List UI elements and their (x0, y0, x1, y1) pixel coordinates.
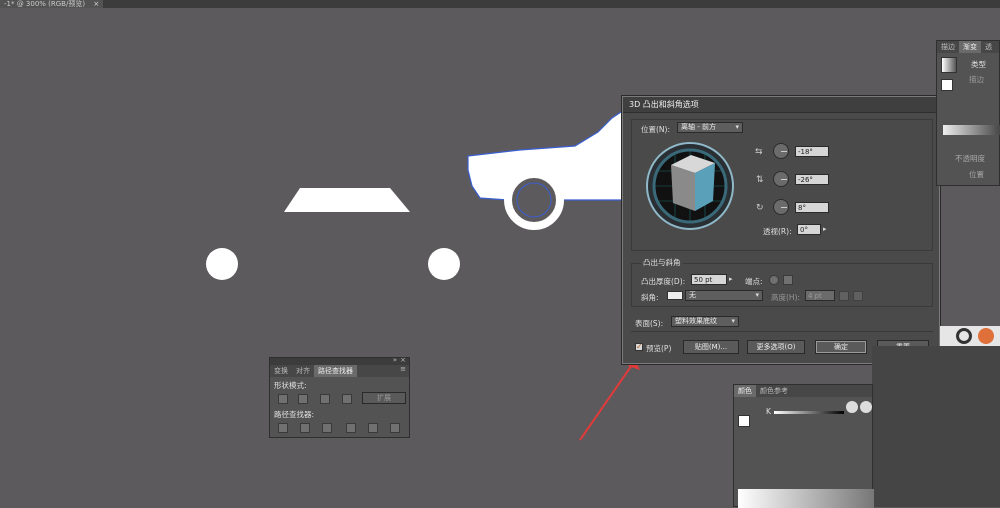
minus-front-icon[interactable] (298, 394, 308, 404)
y-rotation-dial[interactable] (773, 171, 789, 187)
slider-knob-2[interactable] (860, 401, 872, 413)
pattern-swatch[interactable] (956, 328, 972, 344)
y-axis-rotate-icon: ⇅ (756, 175, 764, 185)
ok-button[interactable]: 确定 (815, 340, 867, 354)
opacity-label: 不透明度 (955, 154, 985, 163)
gradient-slider[interactable] (943, 125, 1000, 135)
stroke-label: 描边 (969, 75, 984, 84)
bevel-out-icon[interactable] (839, 291, 849, 301)
x-rotation-field[interactable]: -18° (795, 146, 829, 157)
front-wheel-shape[interactable] (206, 248, 238, 280)
merge-icon[interactable] (322, 423, 332, 433)
gradient-swatch[interactable] (941, 57, 957, 73)
tab-pathfinder[interactable]: 路径查找器 (314, 365, 357, 377)
position-label: 位置(N): (641, 125, 670, 134)
dialog-title[interactable]: 3D 凸出和斜角选项 (623, 97, 939, 113)
wheel-arch (516, 182, 552, 218)
color-tabs: 颜色 颜色参考 (734, 385, 872, 397)
tab-gradient[interactable]: 渐变 (959, 41, 981, 53)
extrude-depth-field[interactable]: 50 pt (691, 274, 727, 285)
trim-icon[interactable] (300, 423, 310, 433)
expand-button[interactable]: 扩展 (362, 392, 406, 404)
car-side-shape[interactable] (467, 109, 633, 201)
orange-swatch[interactable] (978, 328, 994, 344)
outline-icon[interactable] (368, 423, 378, 433)
minus-back-icon[interactable] (390, 423, 400, 433)
preview-checkbox[interactable]: ✓ (635, 343, 643, 351)
dock-background (872, 346, 1000, 507)
position-select-value: 离轴 - 前方 (681, 123, 716, 131)
divider (631, 331, 933, 332)
position-select[interactable]: 离轴 - 前方 (677, 122, 743, 133)
crop-icon[interactable] (346, 423, 356, 433)
perspective-field[interactable]: 0° (797, 224, 821, 235)
depth-arrow-icon[interactable]: ▸ (729, 275, 733, 283)
cap-label: 端点: (745, 277, 763, 286)
y-rotation-field[interactable]: -26° (795, 174, 829, 185)
tab-transparency[interactable]: 透 (981, 41, 996, 53)
rear-wheel-shape[interactable] (428, 248, 460, 280)
more-options-button[interactable]: 更多选项(O) (747, 340, 805, 354)
pathfinder-tabs: 变换 对齐 路径查找器 ≡ (270, 365, 409, 377)
x-rotation-dial[interactable] (773, 143, 789, 159)
color-spectrum[interactable] (738, 489, 874, 508)
extrude-section-title: 凸出与斜角 (641, 257, 683, 268)
fill-color-icon[interactable] (738, 415, 750, 427)
perspective-arrow-icon[interactable]: ▸ (823, 225, 827, 233)
panel-menu-icon[interactable]: ≡ (400, 365, 409, 373)
shape-modes-label: 形状模式: (274, 381, 307, 390)
bevel-select[interactable]: 无 (685, 290, 763, 301)
tab-color[interactable]: 颜色 (734, 385, 756, 397)
cap-off-icon[interactable] (783, 275, 793, 285)
preview-label: 预览(P) (646, 344, 672, 353)
height-field[interactable]: 4 pt (805, 290, 835, 301)
slider-knob[interactable] (846, 401, 858, 413)
pathfinder-panel: » × 变换 对齐 路径查找器 ≡ 形状模式: 扩展 路径查找器: (269, 356, 410, 438)
divide-icon[interactable] (278, 423, 288, 433)
bevel-preview (667, 291, 683, 300)
panel-header-bar[interactable]: » × (270, 356, 409, 365)
exclude-icon[interactable] (342, 394, 352, 404)
map-button[interactable]: 贴图(M)... (683, 340, 739, 354)
bevel-label: 斜角: (641, 293, 659, 302)
z-rotation-field[interactable]: 8° (795, 202, 829, 213)
tab-align[interactable]: 对齐 (292, 365, 314, 377)
close-icon[interactable]: × (400, 356, 406, 364)
surface-select[interactable]: 塑料效果底纹 (671, 316, 739, 327)
perspective-label: 透视(R): (763, 227, 792, 236)
tab-transform[interactable]: 变换 (270, 365, 292, 377)
surface-label: 表面(S): (635, 319, 664, 328)
swatches-strip (940, 326, 1000, 346)
gradient-tabs: 描边 渐变透 (937, 41, 999, 53)
z-rotation-dial[interactable] (773, 199, 789, 215)
z-axis-rotate-icon: ↻ (756, 203, 764, 213)
annotation-arrow (579, 361, 635, 441)
pathfinders-label: 路径查找器: (274, 410, 315, 419)
height-label: 高度(H): (771, 293, 801, 302)
k-label: K (766, 407, 771, 416)
rotation-trackball[interactable] (645, 141, 735, 231)
k-slider[interactable] (774, 411, 844, 414)
cap-on-icon[interactable] (769, 275, 779, 285)
type-label: 类型 (971, 60, 986, 69)
tab-color-guide[interactable]: 颜色参考 (756, 385, 792, 397)
extrude-bevel-dialog: 3D 凸出和斜角选项 位置(N): 离轴 - 前方 ⇆ -18° ⇅ -26° … (622, 96, 940, 364)
intersect-icon[interactable] (320, 394, 330, 404)
car-window-shape[interactable] (284, 188, 410, 212)
tab-stroke[interactable]: 描边 (937, 41, 959, 53)
bevel-in-icon[interactable] (853, 291, 863, 301)
extrude-depth-label: 凸出厚度(D): (641, 277, 686, 286)
gradient-panel: 描边 渐变透 类型 描边 不透明度 位置 (936, 40, 1000, 186)
collapse-icon[interactable]: » (393, 356, 397, 364)
color-panel: 颜色 颜色参考 K (733, 384, 874, 508)
fill-stroke-icon[interactable] (941, 79, 953, 91)
location-label: 位置 (969, 170, 984, 179)
surface-select-value: 塑料效果底纹 (675, 317, 717, 325)
unite-icon[interactable] (278, 394, 288, 404)
x-axis-rotate-icon: ⇆ (755, 147, 763, 157)
bevel-select-value: 无 (689, 291, 696, 299)
